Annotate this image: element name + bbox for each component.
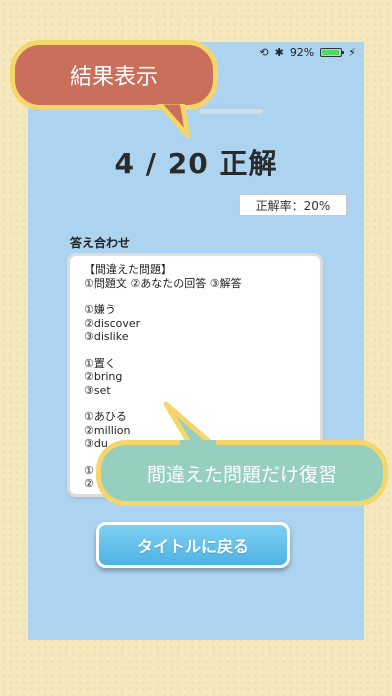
answer-line: ③dislike xyxy=(84,330,129,343)
status-bar: ⟲ ✱ 92% ⚡ xyxy=(259,42,356,62)
review-callout-text: 間違えた問題だけ復習 xyxy=(146,463,337,486)
battery-percent: 92% xyxy=(289,45,315,59)
review-callout: 間違えた問題だけ復習 xyxy=(96,440,388,506)
result-callout-tail xyxy=(154,96,191,139)
battery-icon xyxy=(320,47,345,57)
back-to-title-button[interactable]: タイトルに戻る xyxy=(96,522,290,568)
progress-track xyxy=(198,107,264,114)
answer-line: ①置く xyxy=(84,356,116,370)
review-callout-tail-cover xyxy=(180,440,216,450)
charging-icon: ⚡ xyxy=(348,45,356,59)
answer-line: ②discover xyxy=(84,316,141,330)
answers-heading: 答え合わせ xyxy=(70,236,131,250)
answer-line: 【間違えた問題】 xyxy=(84,263,172,276)
result-callout-text: 結果表示 xyxy=(69,65,158,90)
answers-spacer xyxy=(84,290,306,303)
answer-line: ①問題文 ②あなたの回答 ③解答 xyxy=(84,276,242,290)
answers-spacer xyxy=(84,344,306,357)
answer-line: ①嫌う xyxy=(84,303,116,316)
rotation-lock-icon: ⟲ xyxy=(259,45,269,59)
score-text: 4 / 20 正解 xyxy=(114,147,278,180)
answer-line: ②bring xyxy=(84,370,123,383)
bluetooth-icon: ✱ xyxy=(274,45,284,59)
accuracy-rate: 正解率：20% xyxy=(239,194,347,216)
answer-line: ③set xyxy=(84,383,111,397)
